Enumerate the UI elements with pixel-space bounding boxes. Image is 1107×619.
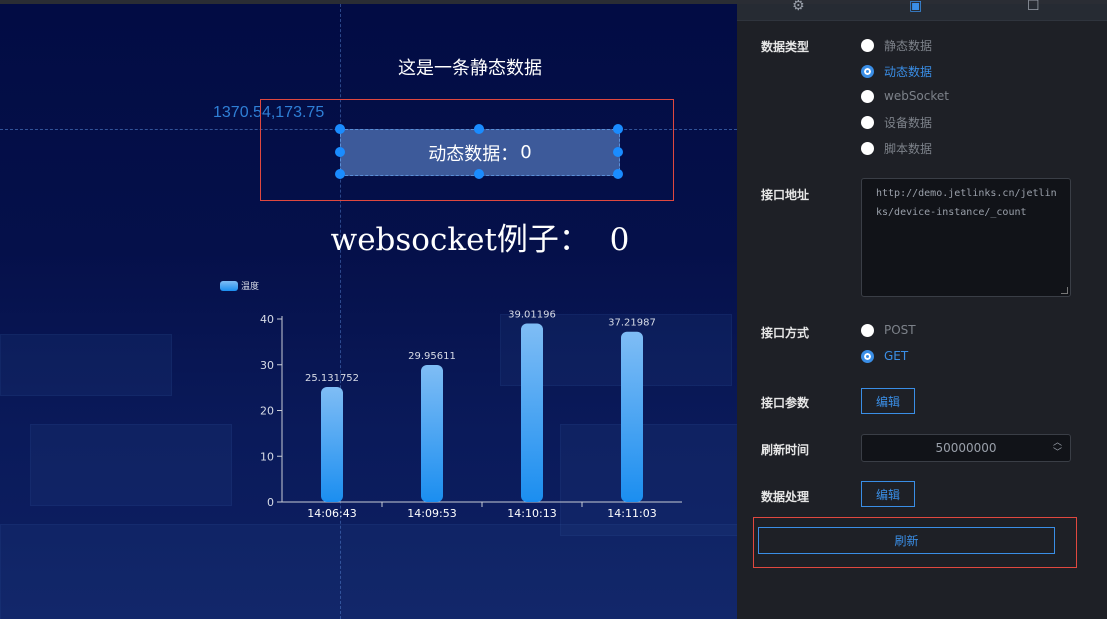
radio-circle	[861, 349, 874, 363]
y-tick-label: 10	[260, 450, 274, 463]
x-tick-label: 14:09:53	[407, 507, 456, 520]
api-url-label: 接口地址	[761, 188, 810, 202]
x-tick-label: 14:06:43	[307, 507, 356, 520]
radio-label: webSocket	[884, 89, 949, 103]
resize-handle-top-right[interactable]	[613, 124, 623, 134]
x-tick-label: 14:10:13	[507, 507, 556, 520]
resize-handle-top[interactable]	[474, 124, 484, 134]
radio-circle	[861, 39, 874, 52]
api-url-value: http://demo.jetlinks.cn/jetlinks/device-…	[876, 188, 1057, 218]
resize-handle-left[interactable]	[335, 147, 345, 157]
radio-label: 静态数据	[884, 39, 933, 53]
stepper-arrows-icon[interactable]: ︿ ﹀	[1053, 438, 1062, 458]
background-building	[30, 424, 232, 506]
radio-label: 动态数据	[884, 65, 933, 79]
y-tick-label: 30	[260, 359, 274, 372]
edit-processing-button[interactable]: 编辑	[861, 481, 915, 507]
refresh-interval-input[interactable]: 50000000 ︿ ﹀	[861, 434, 1071, 462]
data-processing-label: 数据处理	[761, 490, 810, 504]
radio-websocket[interactable]: webSocket	[861, 89, 949, 103]
edit-params-button[interactable]: 编辑	[861, 388, 915, 414]
panel-tabs: ⚙ ▣ ☐	[737, 0, 1107, 21]
radio-static-data[interactable]: 静态数据	[861, 37, 932, 54]
radio-circle	[861, 65, 874, 78]
radio-label: 脚本数据	[884, 142, 933, 156]
radio-circle	[861, 116, 874, 129]
radio-circle	[861, 323, 874, 337]
resize-handle-bottom-left[interactable]	[335, 169, 345, 179]
resize-handle-bottom[interactable]	[474, 169, 484, 179]
y-tick-label: 40	[260, 313, 274, 326]
chart-bar	[421, 364, 443, 502]
radio-label: 设备数据	[884, 116, 933, 130]
radio-post[interactable]: POST	[861, 323, 916, 337]
chart-bar	[321, 387, 343, 502]
y-tick-label: 0	[267, 496, 274, 509]
bar-data-label: 39.01196	[508, 310, 556, 321]
static-text-widget[interactable]: 这是一条静态数据	[340, 54, 600, 80]
radio-label: POST	[884, 323, 916, 337]
y-tick-label: 20	[260, 405, 274, 418]
chart-bar	[621, 331, 643, 502]
radio-script-data[interactable]: 脚本数据	[861, 140, 932, 157]
data-icon[interactable]: ▣	[909, 0, 922, 14]
design-canvas[interactable]: 1370.54,173.75 这是一条静态数据 动态数据： 0 websocket…	[0, 4, 737, 619]
refresh-interval-value: 50000000	[935, 441, 997, 455]
radio-get[interactable]: GET	[861, 349, 908, 363]
radio-device-data[interactable]: 设备数据	[861, 114, 932, 131]
gear-icon[interactable]: ⚙	[792, 0, 805, 14]
dynamic-data-label: 动态数据：	[428, 143, 519, 165]
properties-panel: ⚙ ▣ ☐ 数据类型 静态数据 动态数据 webSocket 设备数据 脚本数据…	[737, 0, 1107, 619]
radio-label: GET	[884, 349, 909, 363]
websocket-text-widget[interactable]: websocket例子： 0	[300, 214, 660, 259]
radio-circle	[861, 89, 874, 103]
dynamic-data-value: 0	[520, 142, 532, 163]
bar-data-label: 37.21987	[608, 318, 656, 329]
chart-bar	[521, 323, 543, 502]
radio-dynamic-data[interactable]: 动态数据	[861, 63, 932, 80]
data-type-label: 数据类型	[761, 40, 810, 54]
bar-data-label: 29.95611	[408, 351, 456, 362]
radio-circle	[861, 142, 874, 155]
refresh-button[interactable]: 刷新	[758, 527, 1055, 554]
api-url-textarea[interactable]: http://demo.jetlinks.cn/jetlinks/device-…	[861, 178, 1071, 297]
background-building	[0, 524, 737, 619]
x-tick-label: 14:11:03	[607, 507, 656, 520]
resize-handle-right[interactable]	[613, 147, 623, 157]
resize-handle-bottom-right[interactable]	[613, 169, 623, 179]
refresh-interval-label: 刷新时间	[761, 443, 810, 457]
legend-swatch	[220, 281, 238, 291]
square-icon[interactable]: ☐	[1027, 0, 1040, 14]
resize-handle-top-left[interactable]	[335, 124, 345, 134]
background-building	[0, 334, 172, 396]
api-method-label: 接口方式	[761, 326, 810, 340]
legend-label: 温度	[241, 280, 259, 292]
resize-grip-icon[interactable]	[1061, 287, 1068, 294]
bar-data-label: 25.131752	[305, 373, 359, 384]
api-params-label: 接口参数	[761, 396, 810, 410]
bar-chart-widget[interactable]: 温度 0 10 20 30 40 14:06:43 14:09:53 14:10:13 14:1…	[210, 272, 700, 522]
